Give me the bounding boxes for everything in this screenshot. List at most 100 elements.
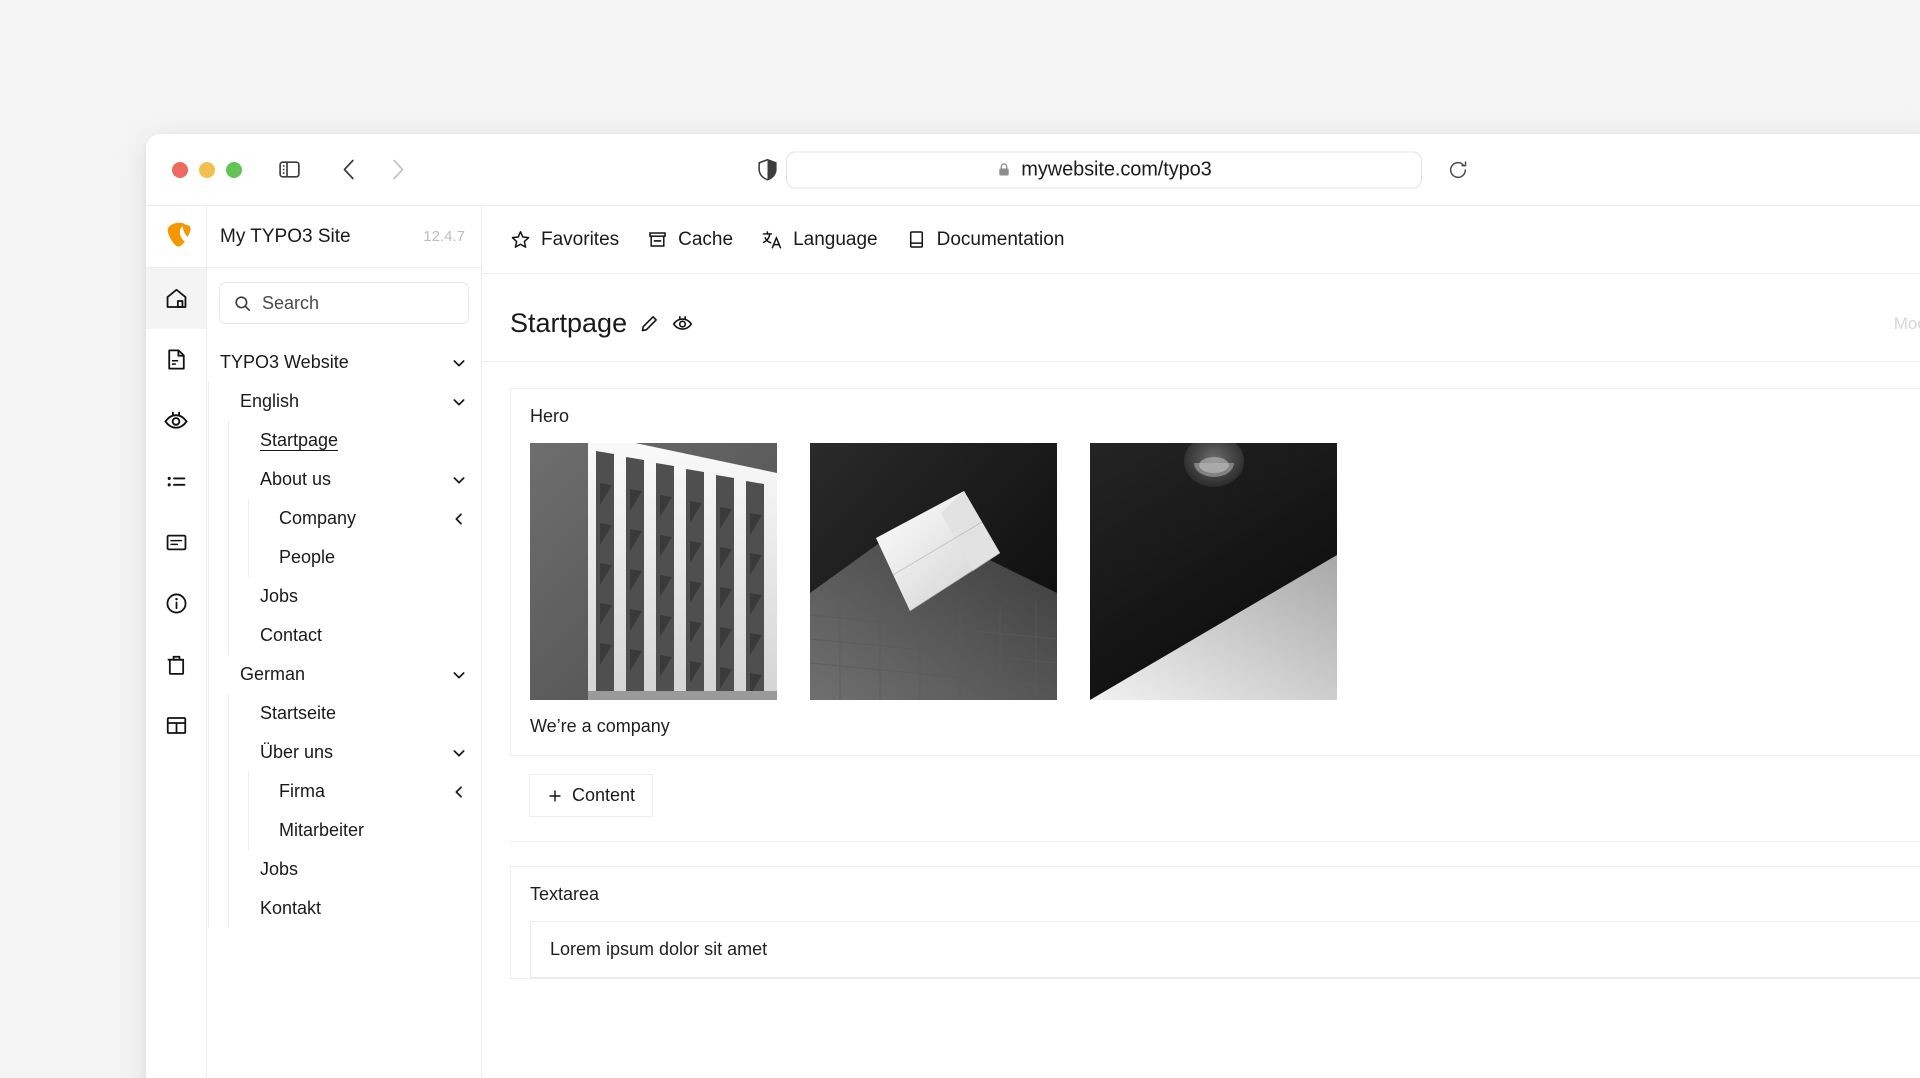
- content-element-textarea[interactable]: Textarea Lorem ipsum dolor sit amet: [510, 866, 1920, 979]
- sidebar-item-dashboard[interactable]: [146, 268, 206, 329]
- tree-node-company[interactable]: Company: [207, 499, 481, 538]
- tree-guide-line: [228, 538, 229, 577]
- menu-item-label: Cache: [678, 228, 734, 250]
- menu-item-language[interactable]: Language: [761, 229, 878, 251]
- tree-node-label: English: [240, 391, 300, 411]
- chevron-left-icon[interactable]: [451, 511, 467, 527]
- browser-toolbar: mywebsite.com/typo3: [146, 134, 1920, 205]
- maximize-window-button[interactable]: [226, 161, 242, 178]
- media-image-3[interactable]: [1090, 443, 1337, 700]
- tree-guide-line: [228, 811, 229, 850]
- module-rail: [146, 206, 207, 1078]
- site-name: My TYPO3 Site: [220, 225, 351, 247]
- tree-node-kontakt[interactable]: Kontakt: [207, 889, 481, 928]
- grid-icon: [164, 713, 189, 738]
- tree-guide-line: [228, 850, 229, 889]
- chevron-down-icon[interactable]: [451, 394, 467, 410]
- tree-node-label: Über uns: [260, 742, 334, 762]
- tree-node-startpage[interactable]: Startpage: [207, 421, 481, 460]
- chevron-left-icon[interactable]: [451, 784, 467, 800]
- tree-node-jobs[interactable]: Jobs: [207, 577, 481, 616]
- plus-icon: [547, 788, 563, 804]
- section-divider: [510, 841, 1920, 842]
- tree-guide-line: [208, 655, 209, 694]
- home-icon: [164, 286, 189, 311]
- tree-node-label: Jobs: [260, 586, 299, 606]
- typo3-backend: My TYPO3 Site 12.4.7 Search TYPO3 Websit…: [146, 205, 1920, 1078]
- search-icon: [233, 294, 252, 313]
- menu-item-documentation[interactable]: Documentation: [906, 228, 1065, 251]
- tree-node-mitarbeiter[interactable]: Mitarbeiter: [207, 811, 481, 850]
- sidebar-item-form[interactable]: [146, 512, 206, 573]
- eye-icon[interactable]: [671, 312, 694, 335]
- tree-node-label: Mitarbeiter: [279, 820, 365, 840]
- media-image-1[interactable]: [530, 443, 777, 700]
- tree-guide-line: [228, 499, 229, 538]
- chevron-down-icon[interactable]: [451, 667, 467, 683]
- chevron-down-icon[interactable]: [451, 745, 467, 761]
- tree-guide-line: [208, 772, 209, 811]
- site-title-bar: My TYPO3 Site 12.4.7: [207, 206, 481, 268]
- tree-node-über-uns[interactable]: Über uns: [207, 733, 481, 772]
- chevron-down-icon[interactable]: [451, 472, 467, 488]
- menu-item-favorites[interactable]: Favorites: [510, 229, 619, 251]
- tree-guide-line: [208, 811, 209, 850]
- typo3-logo-icon[interactable]: [146, 206, 206, 268]
- tree-node-jobs[interactable]: Jobs: [207, 850, 481, 889]
- desktop-backdrop: mywebsite.com/typo3 My TYPO3 Site 12.4.7…: [0, 0, 1920, 1078]
- content-element-label: Textarea: [530, 884, 600, 904]
- sidebar-icon[interactable]: [272, 153, 306, 187]
- close-window-button[interactable]: [172, 161, 188, 178]
- forward-button[interactable]: [380, 153, 414, 187]
- content-element-caption: We’re a company: [530, 716, 670, 736]
- tree-node-german[interactable]: German: [207, 655, 481, 694]
- tree-node-label: Startpage: [260, 430, 339, 450]
- sidebar-item-backend-layout[interactable]: [146, 695, 206, 756]
- back-button[interactable]: [332, 153, 366, 187]
- textarea-field[interactable]: Lorem ipsum dolor sit amet: [530, 921, 1920, 978]
- tree-node-firma[interactable]: Firma: [207, 772, 481, 811]
- tree-guide-line: [228, 421, 229, 460]
- tree-node-label: Jobs: [260, 859, 299, 879]
- form-icon: [164, 530, 189, 555]
- cache-icon: [647, 229, 668, 250]
- tree-node-about-us[interactable]: About us: [207, 460, 481, 499]
- tree-node-label: Kontakt: [260, 898, 322, 918]
- list-icon: [164, 469, 189, 494]
- menu-item-label: Language: [793, 228, 878, 250]
- tree-guide-line: [248, 538, 249, 577]
- pencil-icon[interactable]: [638, 313, 660, 335]
- media-image-2[interactable]: [810, 443, 1057, 700]
- tree-guide-line: [228, 577, 229, 616]
- sidebar-item-view[interactable]: [146, 390, 206, 451]
- tree-node-people[interactable]: People: [207, 538, 481, 577]
- minimize-window-button[interactable]: [199, 161, 215, 178]
- reload-icon[interactable]: [1441, 153, 1475, 187]
- tree-node-typo3-website[interactable]: TYPO3 Website: [207, 343, 481, 382]
- tree-node-label: Company: [279, 508, 357, 528]
- sidebar-item-list[interactable]: [146, 451, 206, 512]
- add-content-button[interactable]: Content: [529, 774, 654, 817]
- tree-search-wrapper: Search: [207, 268, 481, 334]
- eye-icon: [163, 408, 189, 434]
- sidebar-item-page[interactable]: [146, 329, 206, 390]
- tree-node-english[interactable]: English: [207, 382, 481, 421]
- menu-item-label: Documentation: [936, 228, 1065, 250]
- tree-guide-line: [208, 538, 209, 577]
- shield-icon[interactable]: [750, 153, 784, 187]
- tree-guide-line: [208, 850, 209, 889]
- tree-node-startseite[interactable]: Startseite: [207, 694, 481, 733]
- window-controls: [172, 161, 242, 178]
- info-icon: [164, 591, 189, 616]
- chevron-down-icon[interactable]: [451, 355, 467, 371]
- sidebar-item-recycler[interactable]: [146, 634, 206, 695]
- search-input[interactable]: Search: [219, 282, 469, 324]
- tree-guide-line: [208, 889, 209, 928]
- page-tree[interactable]: TYPO3 Website English Startpage About us Com…: [207, 334, 481, 1078]
- tree-node-label: Contact: [260, 625, 323, 645]
- tree-node-contact[interactable]: Contact: [207, 616, 481, 655]
- sidebar-item-info[interactable]: [146, 573, 206, 634]
- content-element-hero[interactable]: Hero We’re a company: [510, 388, 1920, 756]
- address-bar[interactable]: mywebsite.com/typo3: [786, 151, 1422, 188]
- menu-item-cache[interactable]: Cache: [647, 229, 733, 251]
